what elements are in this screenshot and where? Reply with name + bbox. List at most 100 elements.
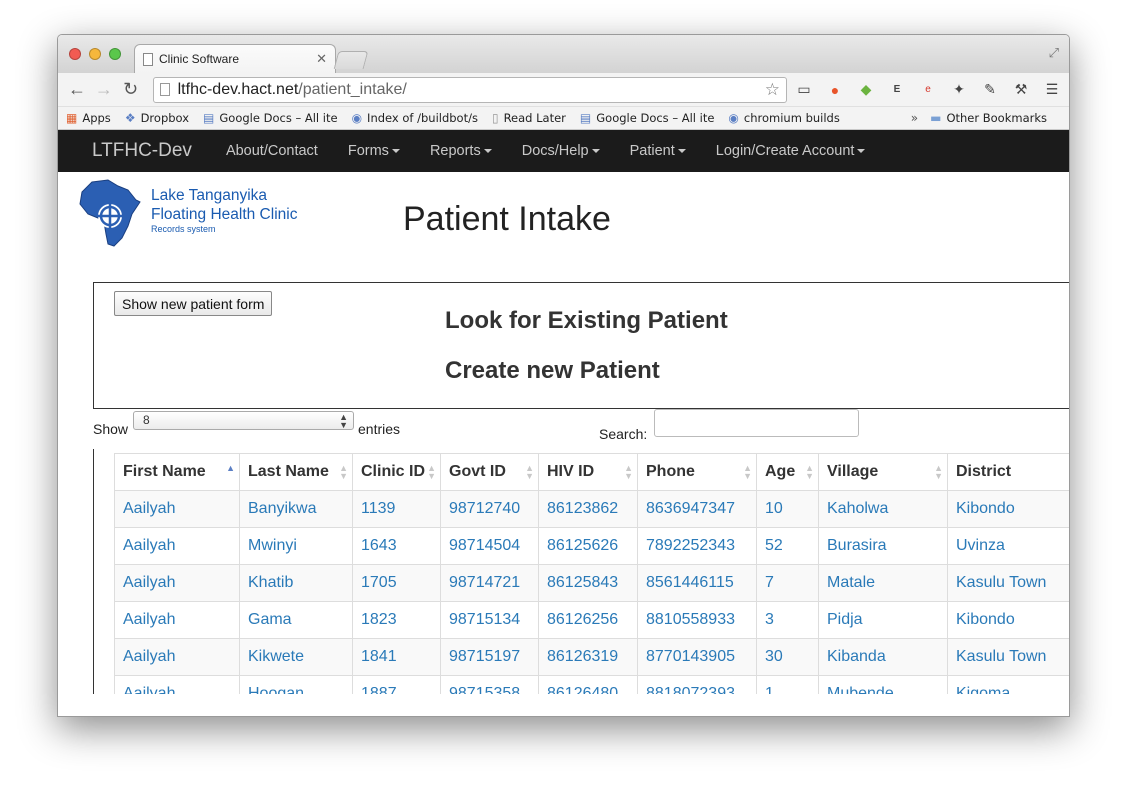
wrench-icon[interactable]: ⚒: [1012, 81, 1030, 98]
reload-icon[interactable]: ↻: [120, 79, 142, 100]
nav-reports[interactable]: Reports: [430, 143, 492, 159]
table-cell[interactable]: Aailyah: [114, 564, 240, 602]
table-cell[interactable]: Hoogan: [239, 675, 353, 694]
ebay-extension-icon[interactable]: e: [919, 84, 937, 95]
bookmark-star-icon[interactable]: ☆: [765, 80, 780, 100]
col-phone[interactable]: Phone ▲ ▼: [637, 453, 757, 491]
table-cell[interactable]: 86126319: [538, 638, 638, 676]
table-row[interactable]: Aailyah Kikwete 1841 98715197 86126319 877014…: [114, 638, 1069, 676]
table-cell[interactable]: 86126256: [538, 601, 638, 639]
show-new-patient-form-button[interactable]: Show new patient form: [114, 291, 273, 316]
col-village[interactable]: Village ▲ ▼: [818, 453, 948, 491]
table-cell[interactable]: Mwinyi: [239, 527, 353, 565]
table-cell[interactable]: Kaholwa: [818, 490, 948, 528]
table-cell[interactable]: Kigoma: [947, 675, 1069, 694]
menu-icon[interactable]: ☰: [1043, 81, 1061, 98]
table-cell[interactable]: 1823: [352, 601, 441, 639]
nav-login[interactable]: Login/Create Account: [716, 143, 866, 159]
col-first-name[interactable]: First Name ▲: [114, 453, 240, 491]
table-cell[interactable]: 98715197: [440, 638, 539, 676]
table-cell[interactable]: Banyikwa: [239, 490, 353, 528]
table-cell[interactable]: 86125843: [538, 564, 638, 602]
table-cell[interactable]: Kasulu Town: [947, 564, 1069, 602]
table-cell[interactable]: 1: [756, 675, 819, 694]
table-cell[interactable]: Mubende: [818, 675, 948, 694]
new-tab-button[interactable]: [333, 51, 369, 69]
nav-about-contact[interactable]: About/Contact: [226, 143, 318, 159]
table-cell[interactable]: 98715134: [440, 601, 539, 639]
table-cell[interactable]: 7: [756, 564, 819, 602]
table-cell[interactable]: Kibondo: [947, 490, 1069, 528]
browser-tab[interactable]: Clinic Software ✕: [134, 44, 336, 73]
table-cell[interactable]: Gama: [239, 601, 353, 639]
table-cell[interactable]: Burasira: [818, 527, 948, 565]
table-cell[interactable]: Aailyah: [114, 490, 240, 528]
bookmark-chromium-builds[interactable]: ◉ chromium builds: [728, 111, 839, 125]
table-cell[interactable]: 8770143905: [637, 638, 757, 676]
minimize-window-button[interactable]: [89, 48, 101, 60]
bookmark-other[interactable]: ▬ Other Bookmarks: [930, 111, 1047, 125]
cast-icon[interactable]: ▭: [795, 81, 813, 98]
table-cell[interactable]: 1643: [352, 527, 441, 565]
table-row[interactable]: Aailyah Banyikwa 1139 98712740 86123862 86369…: [114, 490, 1069, 528]
close-tab-icon[interactable]: ✕: [316, 51, 327, 67]
table-cell[interactable]: 86123862: [538, 490, 638, 528]
entries-select[interactable]: 8 ▲ ▼: [133, 411, 354, 430]
table-cell[interactable]: Uvinza: [947, 527, 1069, 565]
table-cell[interactable]: 86125626: [538, 527, 638, 565]
ea-extension-icon[interactable]: E: [888, 84, 906, 95]
table-cell[interactable]: Kikwete: [239, 638, 353, 676]
table-cell[interactable]: 3: [756, 601, 819, 639]
bookmark-dropbox[interactable]: ❖ Dropbox: [125, 111, 189, 125]
tool-extension-icon[interactable]: ✎: [981, 81, 999, 98]
bookmark-google-docs-2[interactable]: ▤ Google Docs – All ite: [580, 111, 715, 125]
table-cell[interactable]: 98715358: [440, 675, 539, 694]
table-cell[interactable]: 8561446115: [637, 564, 757, 602]
nav-patient[interactable]: Patient: [630, 143, 686, 159]
address-bar[interactable]: ltfhc-dev.hact.net/patient_intake/ ☆: [152, 76, 787, 103]
forward-icon[interactable]: →: [93, 79, 115, 100]
nav-forms[interactable]: Forms: [348, 143, 400, 159]
table-cell[interactable]: Kibondo: [947, 601, 1069, 639]
table-cell[interactable]: 8810558933: [637, 601, 757, 639]
col-age[interactable]: Age ▲ ▼: [756, 453, 819, 491]
table-cell[interactable]: 98712740: [440, 490, 539, 528]
table-cell[interactable]: Aailyah: [114, 527, 240, 565]
table-cell[interactable]: 1887: [352, 675, 441, 694]
table-row[interactable]: Aailyah Hoogan 1887 98715358 86126480 8818072…: [114, 675, 1069, 694]
fire-extension-icon[interactable]: ●: [826, 82, 844, 98]
table-cell[interactable]: 1139: [352, 490, 441, 528]
table-cell[interactable]: 98714504: [440, 527, 539, 565]
table-cell[interactable]: Khatib: [239, 564, 353, 602]
site-brand[interactable]: LTFHC-Dev: [92, 140, 192, 162]
col-district[interactable]: District: [947, 453, 1069, 491]
table-row[interactable]: Aailyah Mwinyi 1643 98714504 86125626 7892252…: [114, 527, 1069, 565]
table-cell[interactable]: 52: [756, 527, 819, 565]
table-cell[interactable]: 8636947347: [637, 490, 757, 528]
table-cell[interactable]: 30: [756, 638, 819, 676]
table-cell[interactable]: Kasulu Town: [947, 638, 1069, 676]
close-window-button[interactable]: [69, 48, 81, 60]
col-hiv-id[interactable]: HIV ID ▲ ▼: [538, 453, 638, 491]
back-icon[interactable]: ←: [66, 79, 88, 100]
table-cell[interactable]: 86126480: [538, 675, 638, 694]
evernote-extension-icon[interactable]: ◆: [857, 81, 875, 98]
table-row[interactable]: Aailyah Gama 1823 98715134 86126256 881055893…: [114, 601, 1069, 639]
bookmark-buildbot[interactable]: ◉ Index of /buildbot/s: [352, 111, 478, 125]
col-last-name[interactable]: Last Name ▲ ▼: [239, 453, 353, 491]
table-row[interactable]: Aailyah Khatib 1705 98714721 86125843 8561446…: [114, 564, 1069, 602]
table-cell[interactable]: Pidja: [818, 601, 948, 639]
table-cell[interactable]: Aailyah: [114, 601, 240, 639]
col-clinic-id[interactable]: Clinic ID ▲ ▼: [352, 453, 441, 491]
nav-docs-help[interactable]: Docs/Help: [522, 143, 600, 159]
fullscreen-icon[interactable]: ⤢: [1049, 45, 1059, 61]
table-cell[interactable]: 8818072393: [637, 675, 757, 694]
table-cell[interactable]: Aailyah: [114, 675, 240, 694]
col-govt-id[interactable]: Govt ID ▲ ▼: [440, 453, 539, 491]
table-cell[interactable]: 7892252343: [637, 527, 757, 565]
table-cell[interactable]: Aailyah: [114, 638, 240, 676]
puzzle-extension-icon[interactable]: ✦: [950, 81, 968, 98]
zoom-window-button[interactable]: [109, 48, 121, 60]
table-cell[interactable]: Kibanda: [818, 638, 948, 676]
bookmark-read-later[interactable]: ▯ Read Later: [492, 111, 566, 125]
